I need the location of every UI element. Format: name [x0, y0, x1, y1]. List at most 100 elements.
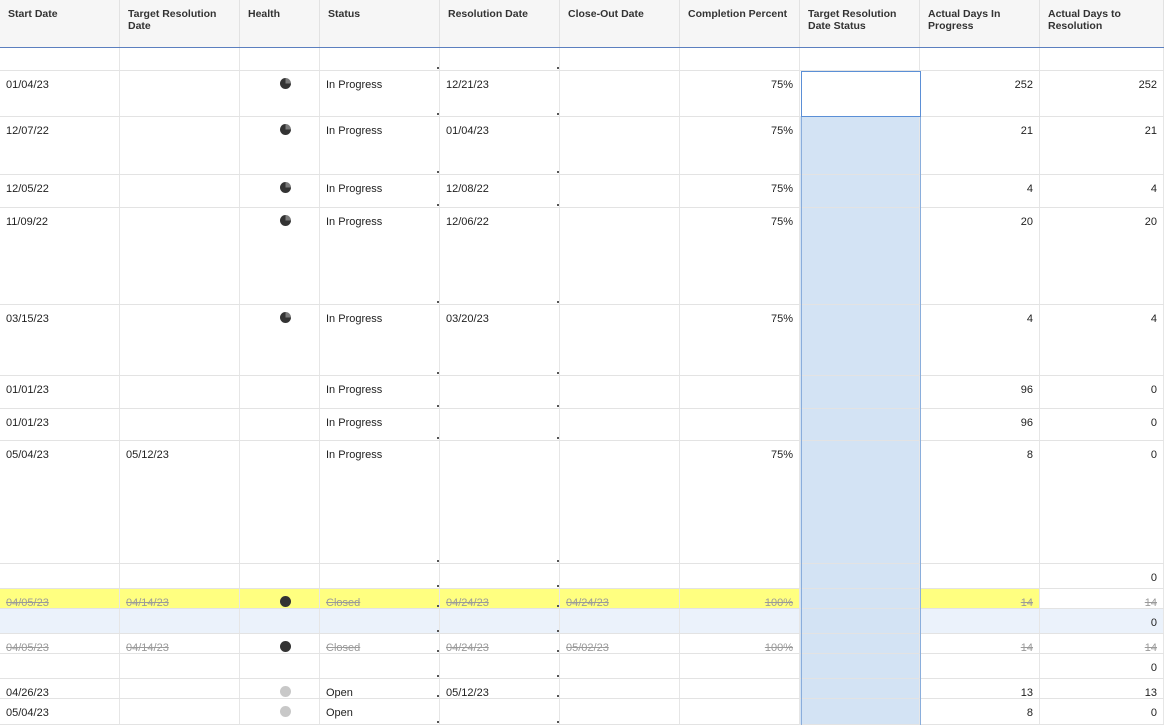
cell-closeout[interactable] — [560, 441, 680, 563]
cell-health[interactable] — [240, 441, 320, 563]
cell-resolution[interactable]: 12/21/23 — [440, 71, 560, 116]
cell-closeout[interactable]: 05/02/23 — [560, 634, 680, 653]
cell-status[interactable]: Open — [320, 679, 440, 698]
cell-trds[interactable] — [800, 589, 920, 608]
table-row[interactable]: 04/05/23 04/14/23 Closed 04/24/23 04/24/23 10… — [0, 589, 1164, 609]
cell-closeout[interactable] — [560, 609, 680, 633]
cell-resolution[interactable] — [440, 441, 560, 563]
cell-completion[interactable]: 75% — [680, 441, 800, 563]
cell-trds[interactable] — [800, 208, 920, 304]
cell-days_progress[interactable]: 21 — [920, 117, 1040, 174]
cell-days_resolution[interactable]: 4 — [1040, 305, 1164, 375]
cell-health[interactable] — [240, 679, 320, 698]
cell-days_resolution[interactable]: 252 — [1040, 71, 1164, 116]
cell-status[interactable] — [320, 564, 440, 588]
cell-target[interactable] — [120, 654, 240, 678]
column-header-status[interactable]: Status — [320, 0, 440, 47]
cell-start[interactable]: 05/04/23 — [0, 699, 120, 724]
cell-trds[interactable] — [800, 441, 920, 563]
column-header-health[interactable]: Health — [240, 0, 320, 47]
cell-trds[interactable] — [800, 634, 920, 653]
column-header-closeout[interactable]: Close-Out Date — [560, 0, 680, 47]
cell-trds[interactable] — [800, 117, 920, 174]
cell-closeout[interactable] — [560, 679, 680, 698]
cell-days_progress[interactable] — [920, 654, 1040, 678]
cell-target[interactable] — [120, 305, 240, 375]
cell-start[interactable]: 04/05/23 — [0, 634, 120, 653]
cell-target[interactable] — [120, 609, 240, 633]
cell-days_resolution[interactable]: 0 — [1040, 564, 1164, 588]
cell-status[interactable]: Closed — [320, 634, 440, 653]
table-row[interactable]: 01/04/23 In Progress 12/21/23 75% 252 252 — [0, 71, 1164, 117]
cell-closeout[interactable] — [560, 71, 680, 116]
cell-health[interactable] — [240, 634, 320, 653]
cell-status[interactable] — [320, 654, 440, 678]
cell-days_resolution[interactable]: 21 — [1040, 117, 1164, 174]
cell-days_progress[interactable]: 14 — [920, 589, 1040, 608]
cell-days_resolution[interactable]: 0 — [1040, 409, 1164, 440]
cell-resolution[interactable] — [440, 376, 560, 408]
cell-completion[interactable]: 100% — [680, 589, 800, 608]
cell-completion[interactable] — [680, 376, 800, 408]
table-row[interactable]: 03/15/23 In Progress 03/20/23 75% 4 4 — [0, 305, 1164, 376]
cell-resolution[interactable] — [440, 654, 560, 678]
cell-target[interactable] — [120, 409, 240, 440]
table-row[interactable]: 0 — [0, 654, 1164, 679]
cell-start[interactable] — [0, 564, 120, 588]
cell-days_resolution[interactable]: 14 — [1040, 589, 1164, 608]
cell-days_resolution[interactable]: 0 — [1040, 376, 1164, 408]
cell-target[interactable]: 04/14/23 — [120, 589, 240, 608]
cell-start[interactable] — [0, 609, 120, 633]
cell-closeout[interactable] — [560, 175, 680, 207]
cell-closeout[interactable] — [560, 208, 680, 304]
cell-start[interactable]: 04/26/23 — [0, 679, 120, 698]
column-header-days_resolution[interactable]: Actual Days to Resolution — [1040, 0, 1164, 47]
table-row[interactable]: 04/26/23 Open 05/12/23 13 13 — [0, 679, 1164, 699]
cell-resolution[interactable]: 04/24/23 — [440, 634, 560, 653]
cell-status[interactable]: In Progress — [320, 71, 440, 116]
cell-status[interactable]: Open — [320, 699, 440, 724]
cell-closeout[interactable] — [560, 699, 680, 724]
cell-health[interactable] — [240, 609, 320, 633]
cell-health[interactable] — [240, 409, 320, 440]
cell-trds[interactable] — [800, 376, 920, 408]
cell-completion[interactable] — [680, 609, 800, 633]
cell-trds[interactable] — [800, 305, 920, 375]
cell-status[interactable]: In Progress — [320, 117, 440, 174]
cell-completion[interactable] — [680, 409, 800, 440]
active-cell[interactable] — [801, 71, 921, 117]
cell-completion[interactable]: 75% — [680, 305, 800, 375]
cell-days_progress[interactable]: 8 — [920, 441, 1040, 563]
cell-target[interactable] — [120, 71, 240, 116]
cell-completion[interactable] — [680, 564, 800, 588]
table-row[interactable]: 01/01/23 In Progress 96 0 — [0, 376, 1164, 409]
column-header-completion[interactable]: Completion Percent — [680, 0, 800, 47]
cell-closeout[interactable] — [560, 654, 680, 678]
column-header-trds[interactable]: Target Resolution Date Status — [800, 0, 920, 47]
cell-status[interactable] — [320, 609, 440, 633]
cell-days_resolution[interactable]: 0 — [1040, 699, 1164, 724]
cell-status[interactable]: In Progress — [320, 175, 440, 207]
cell-days_progress[interactable] — [920, 609, 1040, 633]
cell-days_progress[interactable] — [920, 564, 1040, 588]
cell-resolution[interactable]: 04/24/23 — [440, 589, 560, 608]
cell-start[interactable]: 01/01/23 — [0, 376, 120, 408]
cell-days_resolution[interactable]: 14 — [1040, 634, 1164, 653]
cell-trds[interactable] — [800, 699, 920, 724]
table-row[interactable]: 0 — [0, 564, 1164, 589]
cell-start[interactable]: 01/01/23 — [0, 409, 120, 440]
column-header-days_progress[interactable]: Actual Days In Progress — [920, 0, 1040, 47]
cell-closeout[interactable] — [560, 117, 680, 174]
cell-resolution[interactable]: 12/06/22 — [440, 208, 560, 304]
cell-days_progress[interactable]: 96 — [920, 376, 1040, 408]
table-row[interactable]: 11/09/22 In Progress 12/06/22 75% 20 20 — [0, 208, 1164, 305]
cell-trds[interactable] — [800, 609, 920, 633]
cell-days_progress[interactable]: 13 — [920, 679, 1040, 698]
cell-resolution[interactable]: 05/12/23 — [440, 679, 560, 698]
column-header-resolution[interactable]: Resolution Date — [440, 0, 560, 47]
cell-days_resolution[interactable]: 20 — [1040, 208, 1164, 304]
cell-days_progress[interactable]: 4 — [920, 175, 1040, 207]
cell-status[interactable]: In Progress — [320, 208, 440, 304]
cell-target[interactable]: 05/12/23 — [120, 441, 240, 563]
cell-days_progress[interactable]: 8 — [920, 699, 1040, 724]
